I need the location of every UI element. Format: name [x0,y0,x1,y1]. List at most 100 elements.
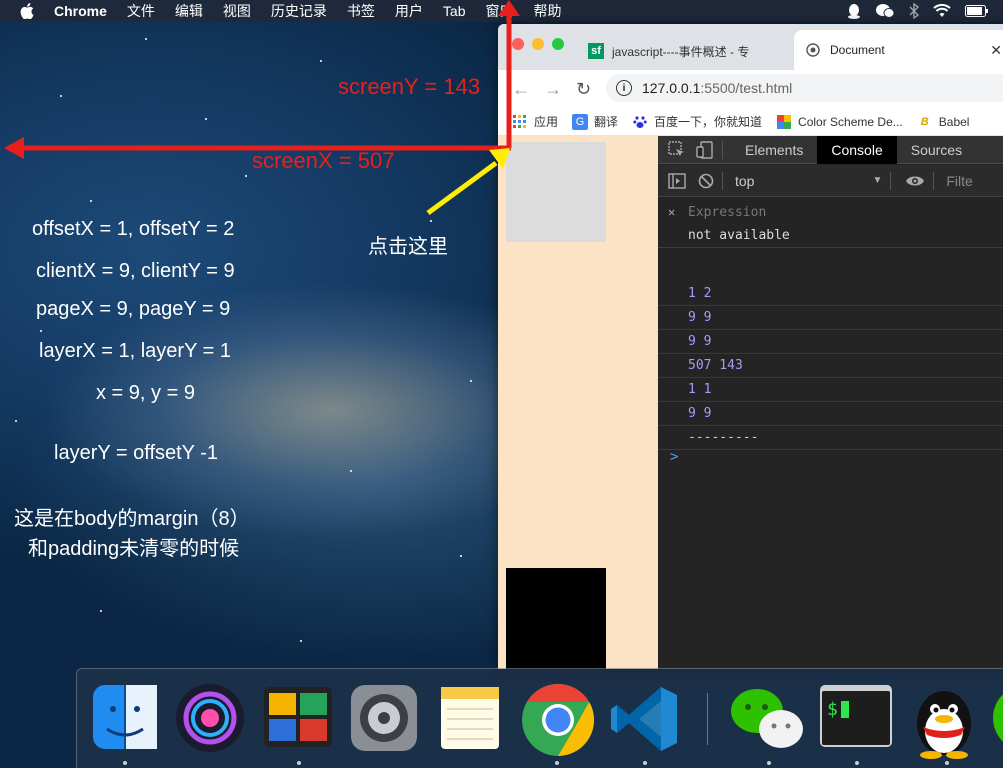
chrome-window: sf javascript----事件概述 - 专 Document ✕ ← →… [498,24,1003,669]
tab-elements[interactable]: Elements [731,136,817,164]
close-tab-icon[interactable]: ✕ [990,42,1002,59]
menu-history[interactable]: 历史记录 [271,1,327,21]
chrome-icon[interactable] [521,683,595,756]
menu-chrome[interactable]: Chrome [54,3,107,19]
segmentfault-favicon-icon: sf [588,43,604,59]
color-scheme-icon [776,114,792,130]
inspect-element-icon[interactable] [668,140,686,159]
console-log-line: 1 1 [658,378,1003,402]
expression-label[interactable]: Expression [688,205,766,220]
running-indicator [945,761,949,765]
chevron-down-icon[interactable]: ▼ [872,175,882,186]
address-bar[interactable]: i 127.0.0.1 :5500/test.html [606,74,1003,102]
offset-line: offsetX = 1, offsetY = 2 [32,218,235,240]
note-line-1: 这是在body的margin（8） [14,508,250,530]
xy-line: x = 9, y = 9 [96,382,195,404]
menu-file[interactable]: 文件 [127,1,155,21]
console-log-line: 1 2 [658,282,1003,306]
menu-tab[interactable]: Tab [443,3,466,19]
wechat-icon[interactable] [729,683,803,755]
tab-sources[interactable]: Sources [897,136,976,164]
bookmark-babel[interactable]: B Babel [917,114,970,130]
close-window-button[interactable] [512,38,524,50]
sidebar-toggle-icon[interactable] [668,172,686,189]
click-here-label: 点击这里 [368,236,448,258]
bookmark-apps[interactable]: 应用 [512,113,558,130]
gray-box[interactable] [506,142,606,242]
console-log-line: 9 9 [658,306,1003,330]
back-arrow-icon[interactable]: ← [512,79,530,100]
wifi-icon[interactable] [933,4,951,18]
devtools-panel: Elements Console Sources top ▼ Filte ✕ E… [658,135,1003,669]
console-prompt[interactable]: > [670,449,678,465]
minimize-window-button[interactable] [532,38,544,50]
wechat-tray-icon[interactable] [875,3,895,19]
menu-edit[interactable]: 编辑 [175,1,203,21]
tab-strip: sf javascript----事件概述 - 专 Document ✕ [498,24,1003,70]
qq-tray-icon[interactable] [847,3,861,19]
baidu-paw-icon [632,114,648,130]
console-log-line: 9 9 [658,402,1003,426]
menu-bookmarks[interactable]: 书签 [347,1,375,21]
bookmarks-bar: 应用 G 翻译 百度一下，你就知道 Color Scheme De... B B… [498,108,1003,136]
bookmark-label: 百度一下，你就知道 [654,115,763,129]
layer-offset-relation: layerY = offsetY -1 [54,442,218,464]
client-line: clientX = 9, clientY = 9 [36,260,235,282]
reload-icon[interactable]: ↻ [576,79,591,100]
layer-line: layerX = 1, layerY = 1 [39,340,231,362]
url-host: 127.0.0.1 [642,80,701,96]
page-line: pageX = 9, pageY = 9 [36,298,231,320]
finder-icon[interactable] [91,683,163,755]
menu-people[interactable]: 用户 [395,1,423,21]
wechat-partial-icon[interactable] [991,683,1003,755]
menu-help[interactable]: 帮助 [533,1,561,21]
system-preferences-icon[interactable] [349,683,421,755]
device-toolbar-icon[interactable] [696,140,714,159]
siri-icon[interactable] [175,683,247,755]
tab-document[interactable]: Document ✕ [794,30,1003,70]
zoom-window-button[interactable] [552,38,564,50]
running-indicator [643,761,647,765]
console-toolbar: top ▼ Filte [658,165,1003,197]
tab-title: javascript----事件概述 - 专 [612,44,750,59]
bookmark-color-scheme[interactable]: Color Scheme De... [776,114,903,130]
bookmark-baidu[interactable]: 百度一下，你就知道 [632,113,762,130]
dock: $ [76,668,1003,768]
clear-console-icon[interactable] [698,173,714,189]
devtools-tab-bar: Elements Console Sources [658,135,1003,164]
separator [890,171,892,190]
dock-separator [707,693,708,745]
forward-arrow-icon[interactable]: → [544,79,562,100]
battery-icon[interactable] [965,5,989,17]
vscode-icon[interactable] [609,683,681,755]
tab-javascript-events[interactable]: sf javascript----事件概述 - 专 [580,32,792,70]
bookmark-translate[interactable]: G 翻译 [572,113,618,130]
eye-icon[interactable] [905,174,925,188]
expression-value: not available [688,228,790,243]
qq-icon[interactable] [909,683,981,759]
menu-view[interactable]: 视图 [223,1,251,21]
bookmark-label: Color Scheme De... [798,114,903,129]
terminal-icon[interactable]: $ [819,683,892,755]
remove-expression-icon[interactable]: ✕ [668,205,675,219]
context-selector[interactable]: top [735,173,754,189]
filter-input[interactable]: Filte [946,173,972,189]
notes-icon[interactable] [437,683,509,755]
console-log-line: 9 9 [658,330,1003,354]
console-log-line: --------- [658,426,1003,450]
separator [722,140,723,159]
info-icon[interactable]: i [616,80,632,96]
screen-x-label: screenX = 507 [252,148,395,173]
page-content [498,136,658,669]
photo-booth-icon[interactable] [263,683,335,755]
menu-window[interactable]: 窗口 [485,1,513,21]
tab-title: Document [830,43,885,57]
screen-y-label: screenY = 143 [338,74,481,99]
apple-icon[interactable] [20,3,34,19]
running-indicator [123,761,127,765]
babel-icon: B [920,115,929,128]
running-indicator [767,761,771,765]
bluetooth-icon[interactable] [909,3,919,19]
tab-console[interactable]: Console [817,135,897,164]
black-box [506,568,606,669]
